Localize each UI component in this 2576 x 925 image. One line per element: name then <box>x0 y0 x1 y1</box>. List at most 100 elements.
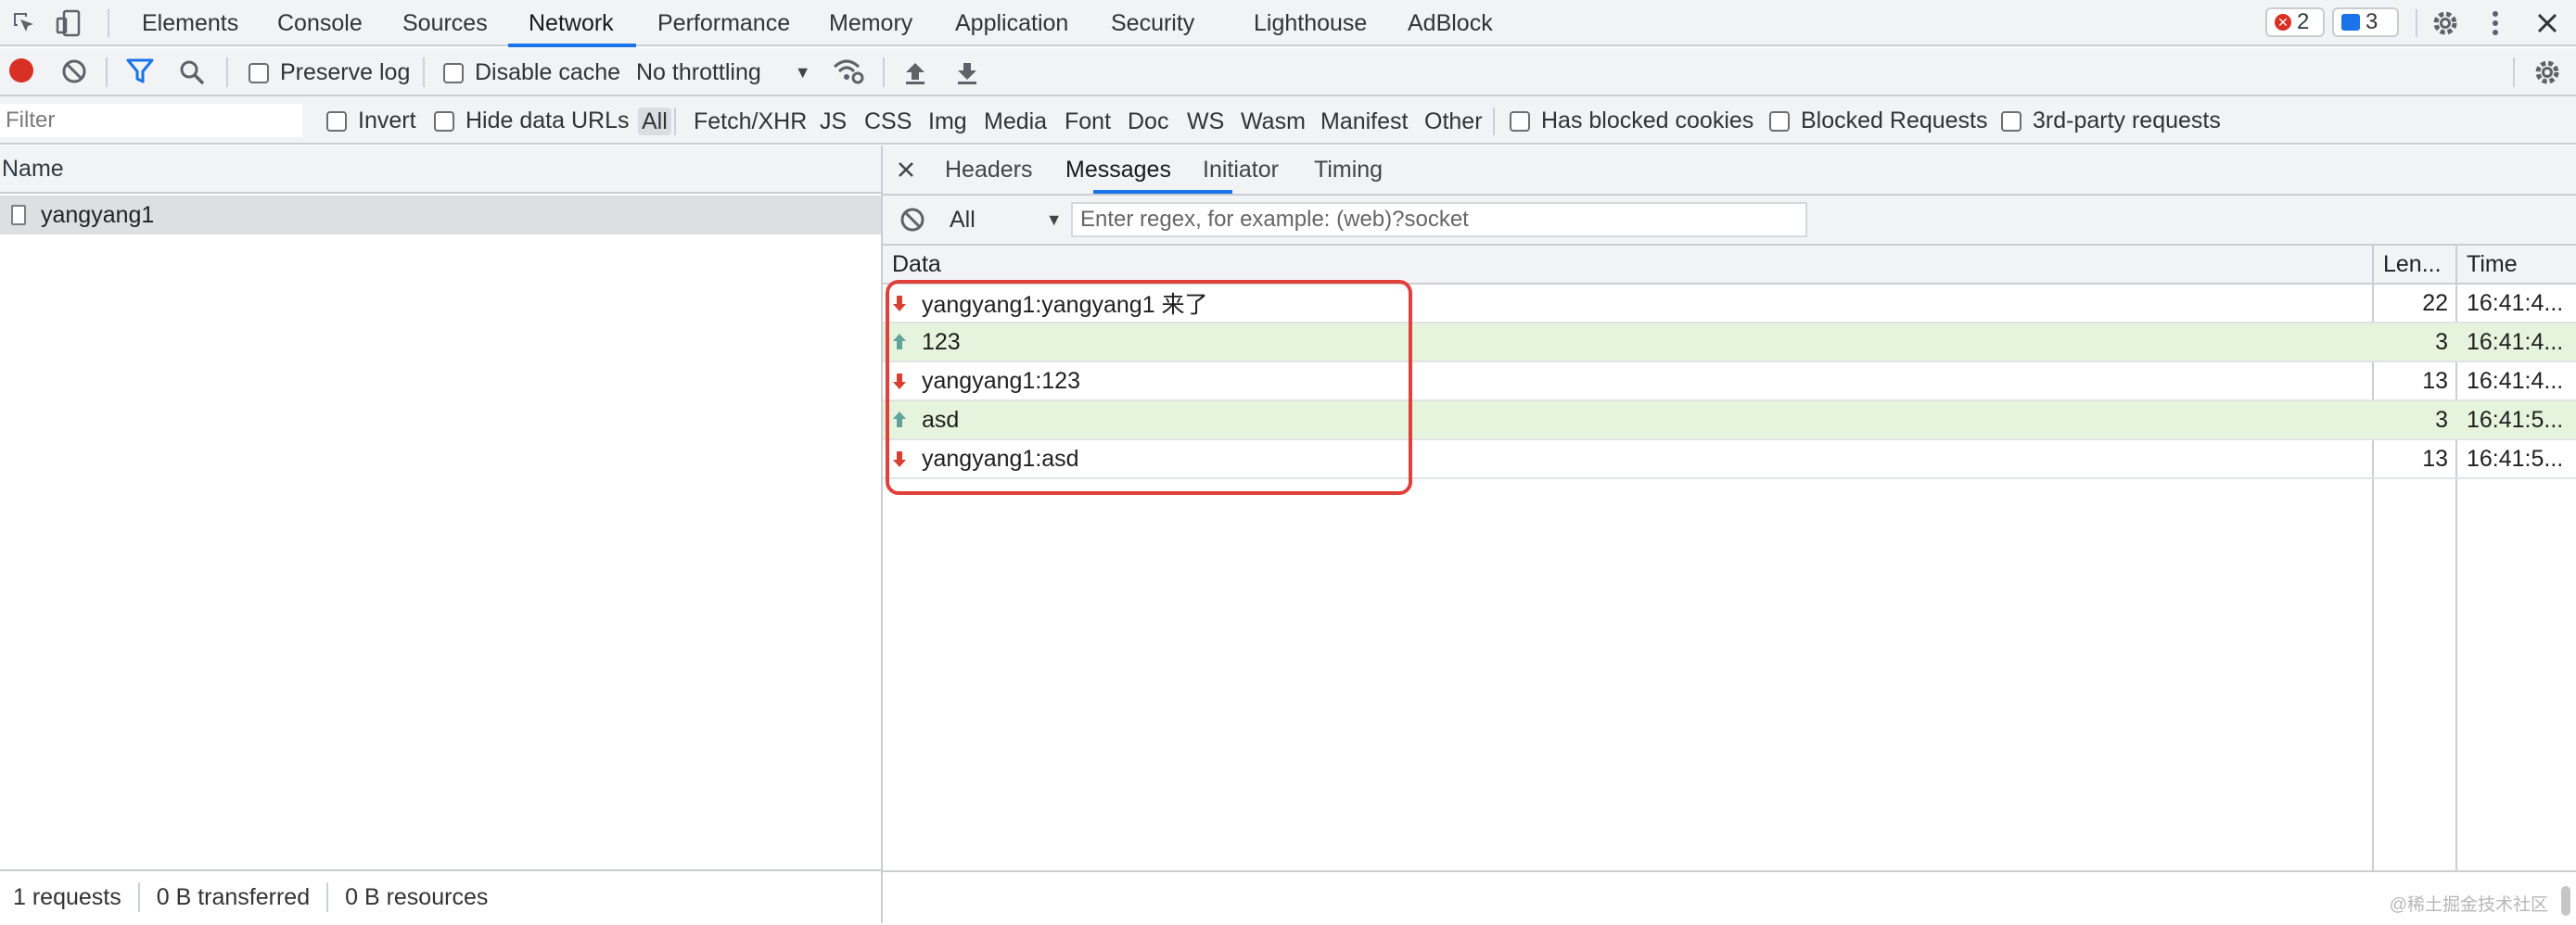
type-filter-js[interactable]: JS <box>820 108 847 135</box>
message-row[interactable]: yangyang1:yangyang1 来了 22 16:41:4... <box>883 285 2576 323</box>
type-filter-all[interactable]: All <box>638 108 671 135</box>
type-filter-font[interactable]: Font <box>1065 108 1111 135</box>
message-data: 123 <box>922 328 961 355</box>
type-filter-fetch-xhr[interactable]: Fetch/XHR <box>694 108 807 135</box>
tab-adblock[interactable]: AdBlock <box>1408 0 1493 46</box>
upload-icon <box>906 63 925 84</box>
tab-application[interactable]: Application <box>955 0 1068 46</box>
type-filter-doc[interactable]: Doc <box>1128 108 1168 135</box>
message-time: 16:41:5... <box>2467 445 2564 472</box>
filter-toggle-button[interactable] <box>126 58 154 84</box>
type-filter-wasm[interactable]: Wasm <box>1241 108 1306 135</box>
message-row[interactable]: yangyang1:123 13 16:41:4... <box>883 362 2576 401</box>
close-detail-button[interactable] <box>898 146 914 194</box>
message-time: 16:41:5... <box>2467 406 2564 433</box>
message-data: yangyang1:123 <box>922 367 1080 394</box>
received-arrow-icon <box>892 285 907 322</box>
record-button[interactable] <box>9 58 33 82</box>
has-blocked-cookies-checkbox[interactable]: Has blocked cookies <box>1510 108 1753 134</box>
settings-gear-icon[interactable] <box>2429 0 2461 46</box>
error-icon: ✕ <box>2275 14 2291 31</box>
type-filter-ws[interactable]: WS <box>1187 108 1224 135</box>
messages-badge[interactable]: 3 <box>2332 7 2399 37</box>
tab-network[interactable]: Network <box>529 0 614 46</box>
disable-cache-label: Disable cache <box>475 59 621 85</box>
search-button[interactable] <box>178 58 206 86</box>
message-length: 13 <box>2422 445 2448 472</box>
network-status-bar: 1 requests 0 B transferred 0 B resources <box>0 869 881 923</box>
throttling-select[interactable]: No throttling ▼ <box>636 59 811 86</box>
network-conditions-button[interactable] <box>833 57 864 85</box>
tab-timing[interactable]: Timing <box>1314 146 1383 194</box>
more-options-icon[interactable] <box>2481 0 2509 46</box>
inspect-element-icon[interactable] <box>9 0 39 46</box>
column-header-length[interactable]: Len... <box>2374 246 2455 285</box>
invert-label: Invert <box>358 108 416 133</box>
received-arrow-icon <box>892 362 907 399</box>
close-devtools-icon[interactable] <box>2531 0 2563 46</box>
message-row[interactable]: asd 3 16:41:5... <box>883 401 2576 440</box>
third-party-checkbox[interactable]: 3rd-party requests <box>2001 108 2221 134</box>
message-length: 3 <box>2435 328 2448 355</box>
hide-data-urls-label: Hide data URLs <box>465 108 630 133</box>
message-data: yangyang1:yangyang1 来了 <box>922 292 1208 318</box>
clear-messages-button[interactable] <box>899 207 925 233</box>
disable-cache-checkbox[interactable]: Disable cache <box>443 59 620 86</box>
invert-checkbox[interactable]: Invert <box>326 108 416 134</box>
request-row[interactable]: yangyang1 <box>0 196 881 234</box>
status-transferred: 0 B transferred <box>156 883 311 910</box>
type-filter-media[interactable]: Media <box>984 108 1047 135</box>
message-row[interactable]: 123 3 16:41:4... <box>883 323 2576 362</box>
type-filter-css[interactable]: CSS <box>864 108 912 135</box>
tab-lighthouse[interactable]: Lighthouse <box>1254 0 1367 46</box>
message-length: 13 <box>2422 367 2448 394</box>
sent-arrow-icon <box>892 323 907 361</box>
message-time: 16:41:4... <box>2467 289 2564 316</box>
type-filter-manifest[interactable]: Manifest <box>1320 108 1408 135</box>
tab-security[interactable]: Security <box>1111 0 1194 46</box>
message-length: 22 <box>2422 289 2448 316</box>
tab-performance[interactable]: Performance <box>657 0 790 46</box>
hide-data-urls-checkbox[interactable]: Hide data URLs <box>434 108 629 134</box>
name-column-header[interactable]: Name <box>0 146 881 194</box>
type-filter-other[interactable]: Other <box>1424 108 1483 135</box>
column-header-time[interactable]: Time <box>2457 246 2576 285</box>
errors-badge[interactable]: ✕ 2 <box>2265 7 2325 37</box>
checkbox-box <box>1769 110 1790 132</box>
received-arrow-icon <box>892 440 907 477</box>
tab-memory[interactable]: Memory <box>829 0 912 46</box>
active-tab-indicator <box>508 44 636 47</box>
filter-input[interactable] <box>0 104 302 137</box>
message-detail-area: @稀土掘金技术社区 <box>883 870 2576 925</box>
scrollbar-thumb[interactable] <box>2561 886 2570 916</box>
wifi-settings-icon <box>833 59 864 84</box>
blocked-requests-checkbox[interactable]: Blocked Requests <box>1769 108 1988 134</box>
checkbox-box <box>1510 110 1530 132</box>
checkbox-box <box>434 110 454 132</box>
import-har-button[interactable] <box>903 59 927 85</box>
tab-messages[interactable]: Messages <box>1065 146 1171 194</box>
message-row[interactable]: yangyang1:asd 13 16:41:5... <box>883 440 2576 479</box>
preserve-log-checkbox[interactable]: Preserve log <box>249 59 410 86</box>
network-toolbar: Preserve log Disable cache No throttling… <box>0 48 2576 96</box>
tab-sources[interactable]: Sources <box>402 0 488 46</box>
message-time: 16:41:4... <box>2467 328 2564 355</box>
tab-elements[interactable]: Elements <box>142 0 238 46</box>
export-har-button[interactable] <box>955 59 979 85</box>
watermark: @稀土掘金技术社区 <box>2389 895 2548 915</box>
error-count: 2 <box>2297 9 2310 34</box>
regex-filter-input[interactable] <box>1071 202 1807 237</box>
message-type-value: All <box>950 207 976 233</box>
network-settings-button[interactable] <box>2533 58 2561 86</box>
message-filter-bar: All ▼ <box>883 196 2576 246</box>
column-header-data[interactable]: Data <box>883 246 2372 285</box>
message-type-select[interactable]: All ▼ <box>950 207 1063 234</box>
device-toolbar-icon[interactable] <box>54 0 83 46</box>
tab-headers[interactable]: Headers <box>945 146 1033 194</box>
tab-console[interactable]: Console <box>277 0 363 46</box>
tab-initiator[interactable]: Initiator <box>1203 146 1279 194</box>
request-list-pane: Name yangyang1 1 requests 0 B transferre… <box>0 146 883 923</box>
settings-gear-icon <box>2535 60 2559 84</box>
clear-button[interactable] <box>61 58 87 84</box>
type-filter-img[interactable]: Img <box>928 108 967 135</box>
